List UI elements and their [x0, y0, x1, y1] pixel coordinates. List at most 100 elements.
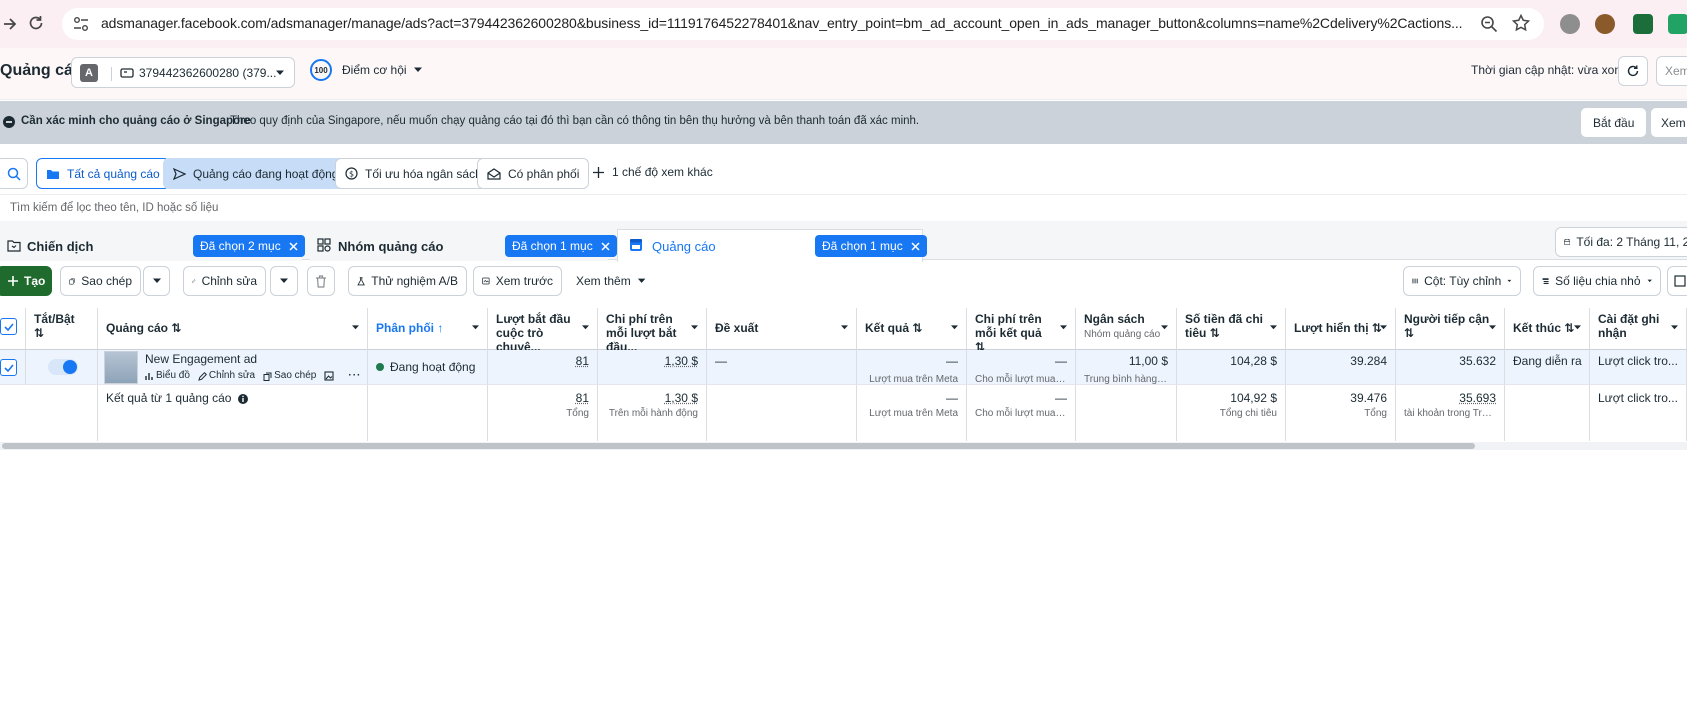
info-icon[interactable] — [238, 394, 248, 404]
reports-button[interactable] — [1667, 266, 1687, 296]
conv-starts-cell[interactable]: 81 — [488, 350, 598, 385]
summary-reach-value[interactable]: 35.693 — [1459, 391, 1496, 405]
sort-ascending-icon[interactable]: ↑ — [437, 321, 443, 335]
search-input[interactable]: Tìm kiếm để lọc theo tên, ID hoặc số liệ… — [10, 202, 218, 214]
delete-button[interactable] — [307, 266, 335, 296]
preview-button[interactable]: Xem trước — [473, 266, 562, 296]
more-button[interactable]: Xem thêm — [567, 266, 655, 296]
filter-has-delivery[interactable]: Có phân phối — [477, 158, 589, 189]
chevron-down-icon[interactable] — [1379, 324, 1388, 331]
extension-icon[interactable] — [1668, 14, 1687, 34]
ad-selected-pill[interactable]: Đã chọn 1 mục — [815, 235, 927, 257]
chevron-down-icon[interactable] — [581, 324, 590, 331]
col-reach[interactable]: Người tiếp cận ⇅ — [1396, 308, 1505, 350]
chevron-down-icon[interactable] — [950, 324, 959, 331]
chevron-down-icon[interactable] — [471, 324, 480, 331]
search-filter-bar[interactable]: Tìm kiếm để lọc theo tên, ID hoặc số liệ… — [0, 194, 1687, 220]
search-button[interactable] — [0, 158, 28, 189]
row-toggle-cell[interactable] — [26, 350, 98, 385]
close-icon[interactable] — [911, 242, 920, 251]
cookie-extension-icon[interactable] — [1595, 14, 1615, 34]
chevron-down-icon[interactable] — [1488, 324, 1497, 331]
duplicate-action[interactable]: Sao chép — [263, 369, 316, 383]
ad-name-link[interactable]: New Engagement ad — [145, 352, 257, 366]
chevron-down-icon[interactable] — [1269, 324, 1278, 331]
col-cost-per-start[interactable]: Chi phí trên mỗi lượt bắt đầu... — [598, 308, 707, 350]
adset-selected-pill[interactable]: Đã chọn 1 mục — [505, 235, 617, 257]
sort-icon[interactable]: ⇅ — [34, 326, 44, 340]
more-views-button[interactable]: 1 chế độ xem khác — [593, 165, 713, 179]
date-range-picker[interactable]: Tối đa: 2 Tháng 11, 20 — [1555, 227, 1687, 257]
filter-all-ads[interactable]: Tất cả quảng cáo — [36, 158, 170, 189]
col-amount-spent[interactable]: Số tiền đã chi tiêu ⇅ — [1177, 308, 1286, 350]
filter-active-ads[interactable]: Quảng cáo đang hoạt động — [163, 158, 348, 189]
edit-dropdown[interactable] — [270, 266, 298, 296]
sort-icon[interactable]: ⇅ — [912, 321, 922, 335]
close-icon[interactable] — [289, 242, 298, 251]
sort-icon[interactable]: ⇅ — [1404, 326, 1414, 340]
cost-per-start-value[interactable]: 1,30 $ — [665, 354, 698, 368]
extension-icon[interactable] — [1560, 14, 1580, 34]
col-conversation-starts[interactable]: Lượt bắt đầu cuộc trò chuyệ... — [488, 308, 598, 350]
select-all-header[interactable] — [0, 308, 26, 350]
site-info-icon[interactable] — [72, 15, 90, 33]
chevron-down-icon[interactable] — [1670, 324, 1679, 331]
campaign-selected-pill[interactable]: Đã chọn 2 mục — [193, 235, 305, 257]
chart-action[interactable]: Biểu đồ — [145, 369, 190, 383]
ad-thumbnail[interactable] — [104, 351, 138, 384]
forward-icon[interactable] — [2, 14, 18, 34]
col-results[interactable]: Kết quả ⇅ — [857, 308, 967, 350]
col-recommendations[interactable]: Đề xuất — [707, 308, 857, 350]
sort-icon[interactable]: ⇅ — [171, 321, 181, 335]
sort-icon[interactable]: ⇅ — [1210, 326, 1220, 340]
summary-conv-starts-cell[interactable]: 81 Tổng — [488, 385, 598, 441]
chevron-down-icon[interactable] — [1059, 324, 1068, 331]
close-icon[interactable] — [601, 242, 610, 251]
image-icon[interactable] — [324, 371, 334, 381]
col-ends[interactable]: Kết thúc ⇅ — [1505, 308, 1590, 350]
horizontal-scrollbar-thumb[interactable] — [2, 443, 1475, 449]
summary-cost-start-value[interactable]: 1,30 $ — [665, 391, 698, 405]
bookmark-star-icon[interactable] — [1511, 13, 1531, 33]
breakdown-button[interactable]: Số liệu chia nhỏ — [1533, 266, 1661, 296]
chevron-down-icon[interactable] — [840, 324, 849, 331]
col-delivery[interactable]: Phân phối ↑ — [368, 308, 488, 350]
conv-starts-value[interactable]: 81 — [576, 354, 589, 368]
filter-budget-optimization[interactable]: $ Tối ưu hóa ngân sách — [335, 158, 492, 189]
opportunity-score-button[interactable]: 100 Điểm cơ hội — [310, 59, 423, 81]
extension-icon[interactable] — [1633, 14, 1653, 34]
summary-reach-cell[interactable]: 35.693 tài khoản trong Trung ... — [1396, 385, 1505, 441]
col-cost-per-result[interactable]: Chi phí trên mỗi kết quả ⇅ — [967, 308, 1076, 350]
col-attribution[interactable]: Cài đặt ghi nhận — [1590, 308, 1687, 350]
edit-action[interactable]: Chỉnh sửa — [198, 369, 255, 383]
reload-icon[interactable] — [26, 13, 46, 33]
ab-test-button[interactable]: Thử nghiệm A/B — [348, 266, 467, 296]
select-all-checkbox[interactable] — [0, 318, 17, 335]
chevron-down-icon[interactable] — [351, 324, 360, 331]
cost-per-start-cell[interactable]: 1,30 $ — [598, 350, 707, 385]
zoom-icon[interactable] — [1479, 14, 1499, 34]
start-verification-button[interactable]: Bắt đầu — [1580, 107, 1647, 138]
col-impressions[interactable]: Lượt hiển thị ⇅ — [1286, 308, 1396, 350]
delivery-toggle[interactable] — [48, 359, 78, 375]
banner-view-button[interactable]: Xem — [1650, 107, 1687, 138]
duplicate-button[interactable]: Sao chép — [60, 266, 141, 296]
ad-name-cell[interactable]: New Engagement ad Biểu đồ Chỉnh sửa Sao … — [98, 350, 368, 385]
summary-conv-starts-value[interactable]: 81 — [576, 391, 589, 405]
more-options-icon[interactable]: ··· — [348, 369, 361, 383]
chevron-down-icon[interactable] — [1160, 324, 1169, 331]
col-ad-name[interactable]: Quảng cáo ⇅ — [98, 308, 368, 350]
edit-button[interactable]: Chỉnh sửa — [183, 266, 266, 296]
chevron-down-icon[interactable] — [1573, 324, 1582, 331]
account-selector[interactable]: A 379442362600280 (379... — [71, 57, 295, 88]
row-checkbox[interactable] — [0, 359, 17, 376]
row-checkbox-cell[interactable] — [0, 350, 26, 385]
col-budget[interactable]: Ngân sách Nhóm quảng cáo — [1076, 308, 1177, 350]
summary-cost-start-cell[interactable]: 1,30 $ Trên mỗi hành động — [598, 385, 707, 441]
create-button[interactable]: Tạo — [0, 266, 52, 296]
duplicate-dropdown[interactable] — [143, 266, 170, 296]
view-button[interactable]: Xem — [1656, 56, 1687, 86]
columns-button[interactable]: Cột: Tùy chỉnh — [1403, 266, 1521, 296]
col-toggle[interactable]: Tắt/Bật ⇅ — [26, 308, 98, 350]
budget-cell[interactable]: 11,00 $ Trung bình hàng ng... — [1076, 350, 1177, 385]
